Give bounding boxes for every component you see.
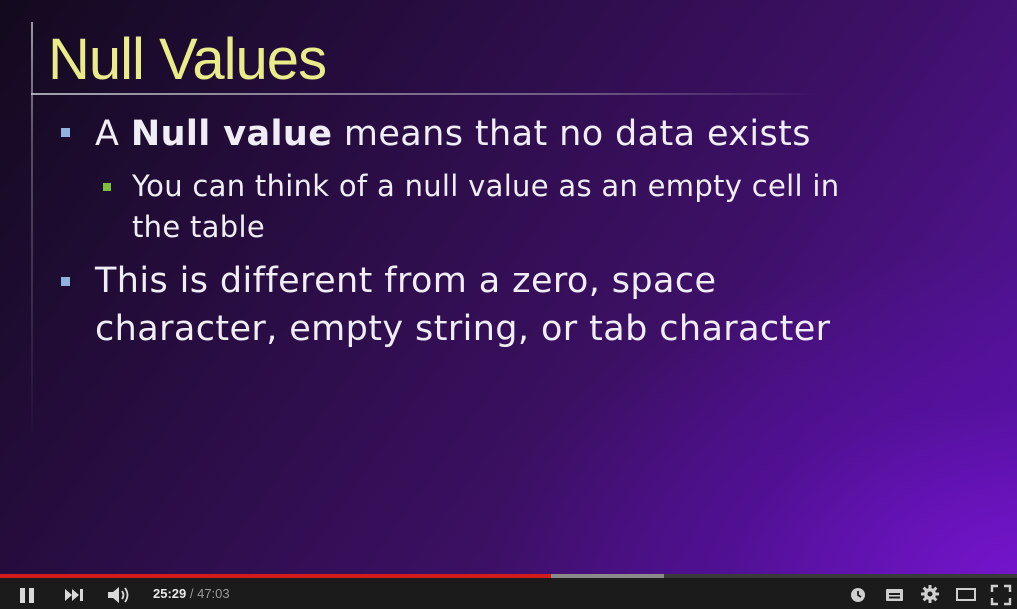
video-frame[interactable]: Null Values A Null value means that no d… — [0, 0, 1017, 574]
progress-played — [0, 574, 551, 578]
slide-title: Null Values — [48, 27, 327, 92]
bullet-1: A Null value means that no data exists — [95, 110, 811, 158]
theater-mode-button[interactable] — [955, 587, 977, 603]
settings-button[interactable] — [920, 584, 940, 604]
time-separator: / — [186, 586, 198, 601]
watch-later-button[interactable] — [849, 586, 867, 604]
theater-mode-icon — [956, 588, 976, 601]
captions-icon — [886, 589, 903, 601]
pause-icon — [20, 588, 34, 603]
next-icon — [65, 589, 83, 601]
pause-button[interactable] — [18, 586, 38, 604]
player-controls: 25:29 / 47:03 — [0, 574, 1017, 609]
title-divider-vertical — [31, 22, 33, 442]
bullet-1-prefix: A — [95, 114, 131, 154]
next-button[interactable] — [63, 586, 87, 604]
progress-bar[interactable] — [0, 574, 1017, 578]
bullet-marker — [61, 277, 70, 286]
current-time: 25:29 — [153, 586, 187, 601]
sub-bullet-marker — [103, 183, 111, 191]
bullet-1-emphasis: Null value — [130, 114, 333, 154]
clock-icon — [851, 588, 865, 602]
captions-button[interactable] — [885, 587, 905, 603]
bullet-2-line-1: This is different from a zero, space — [95, 261, 717, 301]
bullet-1-suffix: means that no data exists — [332, 114, 811, 154]
sub-bullet-line-1: You can think of a null value as an empt… — [132, 169, 840, 203]
bullet-marker — [61, 128, 70, 137]
volume-icon — [108, 587, 129, 603]
sub-bullet-line-2: the table — [132, 210, 265, 244]
video-player[interactable]: Null Values A Null value means that no d… — [0, 0, 1017, 609]
time-display: 25:29 / 47:03 — [153, 586, 230, 602]
gear-icon — [921, 585, 939, 603]
bullet-2-line-2: character, empty string, or tab characte… — [95, 309, 831, 349]
fullscreen-icon — [990, 584, 1012, 606]
fullscreen-button[interactable] — [990, 584, 1012, 606]
duration: 47:03 — [197, 586, 230, 601]
volume-button[interactable] — [106, 585, 132, 605]
